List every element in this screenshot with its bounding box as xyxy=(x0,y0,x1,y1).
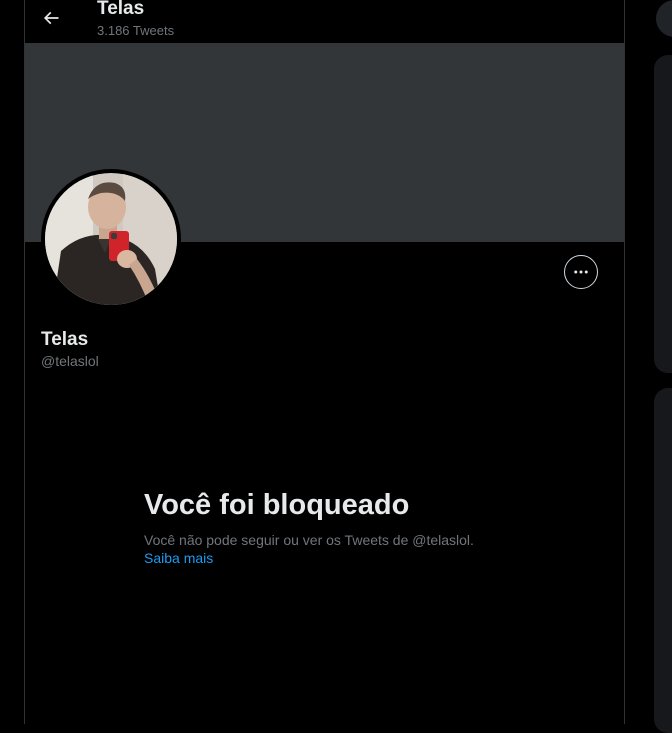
sidebar-panel xyxy=(654,388,672,733)
more-horizontal-icon xyxy=(574,270,588,274)
sidebar-panel xyxy=(654,55,672,373)
blocked-message: Você não pode seguir ou ver os Tweets de… xyxy=(144,532,474,548)
profile-handle: @telaslol xyxy=(41,353,99,369)
blocked-title: Você foi bloqueado xyxy=(144,489,410,521)
search-box[interactable] xyxy=(656,0,672,37)
more-options-button[interactable] xyxy=(564,255,598,289)
back-button[interactable] xyxy=(37,4,65,32)
arrow-left-icon xyxy=(43,11,59,25)
blocked-notice: Você foi bloqueado Você não pode seguir … xyxy=(144,487,524,568)
avatar[interactable] xyxy=(41,169,181,309)
header-title: Telas xyxy=(97,0,145,19)
avatar-photo xyxy=(45,173,177,305)
header-tweet-count: 3.186 Tweets xyxy=(97,23,175,38)
profile-header: Telas 3.186 Tweets xyxy=(25,0,624,42)
profile-column: Telas 3.186 Tweets Telas @telaslol Você … xyxy=(24,0,625,724)
profile-name: Telas xyxy=(41,329,89,350)
learn-more-link[interactable]: Saiba mais xyxy=(144,549,213,567)
